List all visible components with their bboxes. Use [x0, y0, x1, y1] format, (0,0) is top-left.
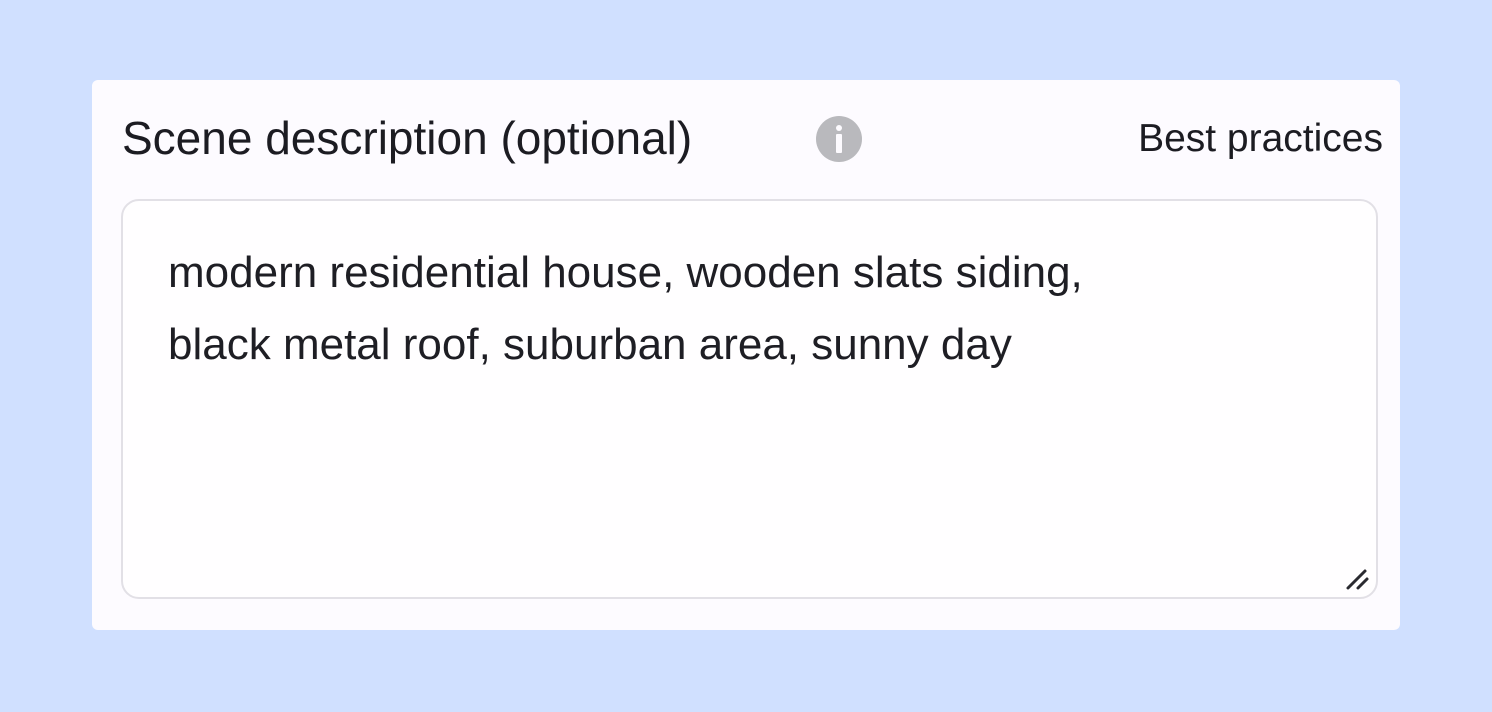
info-icon[interactable] [816, 116, 862, 162]
scene-description-value[interactable]: modern residential house, wooden slats s… [168, 237, 1318, 381]
field-header: Scene description (optional) Best practi… [122, 108, 1383, 168]
scene-description-card: Scene description (optional) Best practi… [92, 80, 1400, 630]
scene-description-textarea[interactable]: modern residential house, wooden slats s… [121, 199, 1378, 599]
resize-handle-icon[interactable] [1342, 563, 1372, 593]
scene-description-label: Scene description (optional) [122, 112, 693, 164]
best-practices-link[interactable]: Best practices [1138, 114, 1383, 164]
